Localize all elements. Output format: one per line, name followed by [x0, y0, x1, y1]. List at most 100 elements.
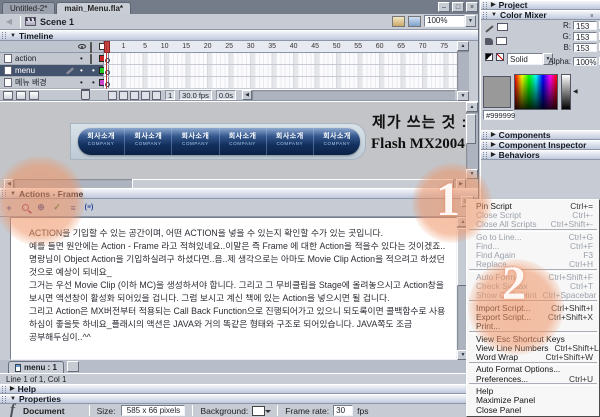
- layer-lock-dot[interactable]: •: [92, 78, 95, 87]
- frame-rate-input[interactable]: 30: [333, 405, 353, 416]
- timeline-ruler[interactable]: 15101520253035404550556065707580: [104, 41, 457, 53]
- nav-menu-button[interactable]: 회사소개COMPANY: [267, 128, 314, 155]
- layer-name[interactable]: menu: [15, 66, 103, 75]
- nav-menu-button[interactable]: 회사소개COMPANY: [172, 128, 219, 155]
- scroll-thumb[interactable]: [132, 179, 454, 188]
- panel-gripper[interactable]: [483, 2, 487, 9]
- scroll-left-icon[interactable]: ◀: [242, 90, 252, 100]
- nav-menu-button[interactable]: 회사소개COMPANY: [125, 128, 172, 155]
- scroll-track[interactable]: [457, 51, 469, 91]
- scroll-down-icon[interactable]: ▼: [466, 169, 478, 179]
- onion-outline-button[interactable]: [130, 91, 139, 100]
- document-tab[interactable]: Untitled-2*: [2, 2, 55, 14]
- playhead-marker[interactable]: [104, 41, 110, 53]
- center-frame-button[interactable]: [108, 91, 117, 100]
- no-color-icon[interactable]: [496, 53, 504, 61]
- actions-panel-header[interactable]: ▼ Actions - Frame: [0, 188, 478, 199]
- panel-gripper[interactable]: [483, 142, 487, 149]
- slider-arrow-icon[interactable]: ◀: [573, 88, 578, 95]
- panel-options-menu-icon[interactable]: ≡: [587, 12, 597, 20]
- edit-multiple-frames-button[interactable]: [141, 91, 150, 100]
- frame-grid[interactable]: [104, 53, 457, 89]
- scroll-thumb[interactable]: [466, 114, 476, 144]
- zoom-control[interactable]: 100% ▼: [424, 15, 476, 27]
- menu-item[interactable]: Auto Format Options...: [467, 365, 599, 374]
- size-button[interactable]: 585 x 66 pixels: [121, 405, 185, 416]
- menu-item[interactable]: Preferences...Ctrl+U: [467, 374, 599, 383]
- sidebar-panel-header[interactable]: ▶Components: [481, 130, 600, 140]
- stroke-pencil-icon[interactable]: [485, 25, 493, 32]
- layer-visibility-dot[interactable]: •: [80, 66, 83, 75]
- document-tab[interactable]: main_Menu.fla*: [56, 2, 131, 14]
- scroll-down-icon[interactable]: ▼: [457, 91, 469, 101]
- insert-folder-button[interactable]: [29, 91, 39, 100]
- script-tab[interactable]: menu : 1: [8, 361, 64, 373]
- fill-color-swatch[interactable]: [496, 37, 507, 45]
- menu-item[interactable]: Word WrapCtrl+Shift+W: [467, 352, 599, 361]
- layer-row[interactable]: action•: [0, 53, 104, 65]
- nav-menu-button[interactable]: 회사소개COMPANY: [314, 128, 360, 155]
- panel-gripper[interactable]: [2, 396, 6, 403]
- panel-gripper[interactable]: [483, 12, 487, 19]
- find-icon[interactable]: [18, 201, 32, 214]
- panel-gripper[interactable]: [2, 32, 6, 39]
- chevron-down-icon[interactable]: ▼: [465, 15, 476, 27]
- alpha-input[interactable]: 100%: [573, 57, 597, 66]
- stage-menu-bar[interactable]: 회사소개COMPANY회사소개COMPANY회사소개COMPANY회사소개COM…: [78, 128, 360, 155]
- onion-skin-button[interactable]: [119, 91, 128, 100]
- panel-gripper[interactable]: [483, 152, 487, 159]
- frame-rate-indicator[interactable]: 30.0 fps: [179, 90, 212, 100]
- timeline-scrollbar[interactable]: ▲ ▼: [457, 41, 469, 101]
- nav-menu-button[interactable]: 회사소개COMPANY: [220, 128, 267, 155]
- fill-bucket-icon[interactable]: [485, 38, 493, 45]
- panel-gripper[interactable]: [2, 386, 6, 393]
- layer-lock-icon[interactable]: [90, 55, 92, 64]
- delete-layer-button[interactable]: [81, 90, 90, 100]
- edit-symbols-icon[interactable]: [408, 16, 421, 27]
- layer-row[interactable]: menu• •: [0, 65, 104, 77]
- background-color-swatch[interactable]: [252, 406, 265, 416]
- menu-item[interactable]: Close Panel: [467, 405, 599, 414]
- nav-menu-button[interactable]: 회사소개COMPANY: [78, 128, 125, 155]
- color-picker-gradient[interactable]: [514, 74, 558, 110]
- menu-item[interactable]: Help: [467, 386, 599, 395]
- lock-icon[interactable]: [90, 43, 92, 53]
- g-input[interactable]: 153: [573, 32, 597, 41]
- insert-layer-button[interactable]: [3, 91, 13, 100]
- stroke-color-swatch[interactable]: [497, 23, 508, 31]
- check-syntax-icon[interactable]: ✓: [50, 201, 64, 214]
- scroll-up-icon[interactable]: ▲: [457, 41, 469, 51]
- hex-color-input[interactable]: #999999: [483, 110, 514, 120]
- restore-button[interactable]: □: [452, 2, 464, 12]
- modify-onion-markers-button[interactable]: [152, 91, 161, 100]
- scroll-right-icon[interactable]: ▶: [456, 179, 466, 188]
- menu-item[interactable]: Maximize Panel: [467, 396, 599, 405]
- edit-scene-icon[interactable]: [392, 16, 405, 27]
- pin-script-button[interactable]: [67, 361, 79, 372]
- timeline-hscroll-track[interactable]: [252, 90, 455, 100]
- sidebar-panel-header[interactable]: ▶Component Inspector: [481, 140, 600, 150]
- properties-panel-header[interactable]: ▼ Properties: [0, 394, 478, 404]
- frame-row[interactable]: [104, 77, 457, 89]
- layer-visibility-dot[interactable]: •: [80, 78, 83, 87]
- color-mixer-panel-header[interactable]: ▼ Color Mixer ≡: [481, 10, 600, 20]
- r-input[interactable]: 153: [573, 21, 597, 30]
- menu-item[interactable]: Import Script...Ctrl+Shift+I: [467, 303, 599, 312]
- layer-visibility-dot[interactable]: •: [80, 54, 83, 63]
- panel-gripper[interactable]: [483, 132, 487, 139]
- frame-row[interactable]: [104, 53, 457, 65]
- layer-name[interactable]: 메뉴 배경: [15, 77, 103, 88]
- menu-item[interactable]: Export Script...Ctrl+Shift+X: [467, 312, 599, 321]
- timeline-panel-header[interactable]: ▼ Timeline: [0, 30, 478, 41]
- scene-label[interactable]: Scene 1: [40, 17, 74, 27]
- menu-item[interactable]: Pin ScriptCtrl+=: [467, 201, 599, 210]
- scroll-up-icon[interactable]: ▲: [466, 102, 478, 112]
- brightness-slider[interactable]: [561, 74, 571, 110]
- insert-target-path-icon[interactable]: ⊕: [34, 201, 48, 214]
- layer-lock-dot[interactable]: •: [92, 66, 95, 75]
- panel-gripper[interactable]: [2, 190, 6, 197]
- menu-item[interactable]: View Esc Shortcut Keys: [467, 334, 599, 343]
- stage-horizontal-scrollbar[interactable]: ◀ ▶: [4, 179, 466, 188]
- stage-pasteboard[interactable]: 회사소개COMPANY회사소개COMPANY회사소개COMPANY회사소개COM…: [0, 101, 478, 188]
- motion-guide-button[interactable]: [16, 91, 26, 100]
